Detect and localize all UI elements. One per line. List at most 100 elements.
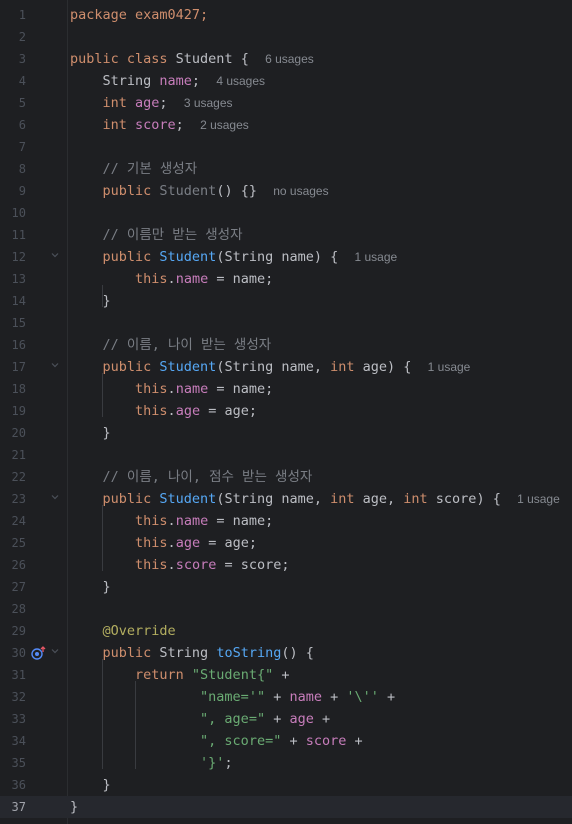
line-number: 25 [11, 536, 26, 550]
code-text: public String toString() { [70, 645, 314, 661]
code-text: this.name = name; [70, 271, 274, 287]
usage-hint[interactable]: 6 usages [265, 52, 314, 66]
code-text: this.name = name; [70, 381, 274, 397]
code-line[interactable]: 8 // 기본 생성자 [0, 158, 572, 180]
line-number: 29 [11, 624, 26, 638]
code-line[interactable]: 27 } [0, 576, 572, 598]
comment: // 이름만 받는 생성자 [70, 227, 243, 243]
code-line[interactable]: 28 [0, 598, 572, 620]
line-number: 26 [11, 558, 26, 572]
code-line[interactable]: 9 public Student() {} no usages [0, 180, 572, 202]
code-line[interactable]: 4 String name; 4 usages [0, 70, 572, 92]
comment: // 기본 생성자 [70, 161, 198, 177]
current-code-line[interactable]: 37 } [0, 796, 572, 818]
comment: // 이름, 나이 받는 생성자 [70, 337, 272, 353]
code-line[interactable]: 26 this.score = score; [0, 554, 572, 576]
usage-hint[interactable]: 1 usage [517, 492, 560, 506]
code-text: } [70, 293, 111, 309]
line-number: 19 [11, 404, 26, 418]
usage-hint[interactable]: 2 usages [200, 118, 249, 132]
code-text: ", age=" + age + [200, 711, 331, 727]
fold-chevron-icon[interactable] [50, 250, 60, 260]
code-line[interactable]: 15 [0, 312, 572, 334]
code-text: this.age = age; [70, 403, 257, 419]
fold-chevron-icon[interactable] [50, 646, 60, 656]
code-line[interactable]: 31 return "Student{" + [0, 664, 572, 686]
fold-chevron-icon[interactable] [50, 492, 60, 502]
usage-hint[interactable]: 1 usage [428, 360, 471, 374]
code-line[interactable]: 6 int score; 2 usages [0, 114, 572, 136]
code-text: // 이름만 받는 생성자 [70, 226, 243, 244]
code-line[interactable]: 32 "name='" + name + '\'' + [0, 686, 572, 708]
line-number: 31 [11, 668, 26, 682]
code-text: String name; 4 usages [70, 73, 266, 89]
line-number: 8 [18, 162, 26, 176]
code-text: // 기본 생성자 [70, 160, 198, 178]
code-line[interactable]: 33 ", age=" + age + [0, 708, 572, 730]
code-text: } [70, 579, 111, 595]
code-line[interactable]: 22 // 이름, 나이, 점수 받는 생성자 [0, 466, 572, 488]
code-line[interactable]: 36 } [0, 774, 572, 796]
code-line[interactable]: 23 public Student(String name, int age, … [0, 488, 572, 510]
line-number: 18 [11, 382, 26, 396]
code-line[interactable]: 17 public Student(String name, int age) … [0, 356, 572, 378]
code-line[interactable]: 24 this.name = name; [0, 510, 572, 532]
line-number: 28 [11, 602, 26, 616]
code-line[interactable]: 35 '}'; [0, 752, 572, 774]
code-text: this.age = age; [70, 535, 257, 551]
line-number: 23 [11, 492, 26, 506]
code-line[interactable]: 19 this.age = age; [0, 400, 572, 422]
code-line[interactable]: 11 // 이름만 받는 생성자 [0, 224, 572, 246]
line-number: 35 [11, 756, 26, 770]
code-text: public Student() {} no usages [70, 183, 329, 199]
code-text: int age; 3 usages [70, 95, 233, 111]
code-line[interactable]: 30 public String toString() { [0, 642, 572, 664]
code-text: return "Student{" + [70, 667, 290, 683]
code-line[interactable]: 20 } [0, 422, 572, 444]
code-text: public class Student { 6 usages [70, 51, 314, 67]
line-number: 21 [11, 448, 26, 462]
code-line[interactable]: 13 this.name = name; [0, 268, 572, 290]
code-line[interactable]: 18 this.name = name; [0, 378, 572, 400]
code-line[interactable]: 2 [0, 26, 572, 48]
line-number: 1 [18, 8, 26, 22]
code-line[interactable]: 25 this.age = age; [0, 532, 572, 554]
line-number: 32 [11, 690, 26, 704]
line-number: 20 [11, 426, 26, 440]
fold-chevron-icon[interactable] [50, 360, 60, 370]
code-line[interactable]: 1 package exam0427; [0, 4, 572, 26]
code-line[interactable]: 7 [0, 136, 572, 158]
code-line[interactable]: 34 ", score=" + score + [0, 730, 572, 752]
line-number: 15 [11, 316, 26, 330]
usage-hint[interactable]: 3 usages [184, 96, 233, 110]
code-editor[interactable]: 1 package exam0427; 2 3 public class Stu… [0, 0, 572, 824]
usage-hint[interactable]: no usages [273, 184, 328, 198]
line-number: 37 [11, 800, 26, 814]
line-number: 5 [18, 96, 26, 110]
code-line[interactable]: 16 // 이름, 나이 받는 생성자 [0, 334, 572, 356]
usage-hint[interactable]: 1 usage [354, 250, 397, 264]
code-text: } [70, 425, 111, 441]
code-line[interactable]: 29 @Override [0, 620, 572, 642]
comment: // 이름, 나이, 점수 받는 생성자 [70, 469, 313, 485]
code-line[interactable]: 10 [0, 202, 572, 224]
code-line[interactable]: 5 int age; 3 usages [0, 92, 572, 114]
line-number: 3 [18, 52, 26, 66]
override-method-icon[interactable] [30, 645, 46, 661]
code-line[interactable]: 14 } [0, 290, 572, 312]
code-text: this.name = name; [70, 513, 274, 529]
line-number: 10 [11, 206, 26, 220]
code-line[interactable]: 12 public Student(String name) { 1 usage [0, 246, 572, 268]
line-number: 24 [11, 514, 26, 528]
code-line[interactable]: 21 [0, 444, 572, 466]
line-number: 4 [18, 74, 26, 88]
usage-hint[interactable]: 4 usages [216, 74, 265, 88]
code-text: } [70, 799, 79, 815]
code-text: package exam0427; [70, 7, 209, 23]
line-number: 11 [11, 228, 26, 242]
code-text: int score; 2 usages [70, 117, 249, 133]
code-text: // 이름, 나이 받는 생성자 [70, 336, 272, 354]
annotation: @Override [70, 623, 176, 639]
code-line[interactable]: 3 public class Student { 6 usages [0, 48, 572, 70]
line-number: 6 [18, 118, 26, 132]
